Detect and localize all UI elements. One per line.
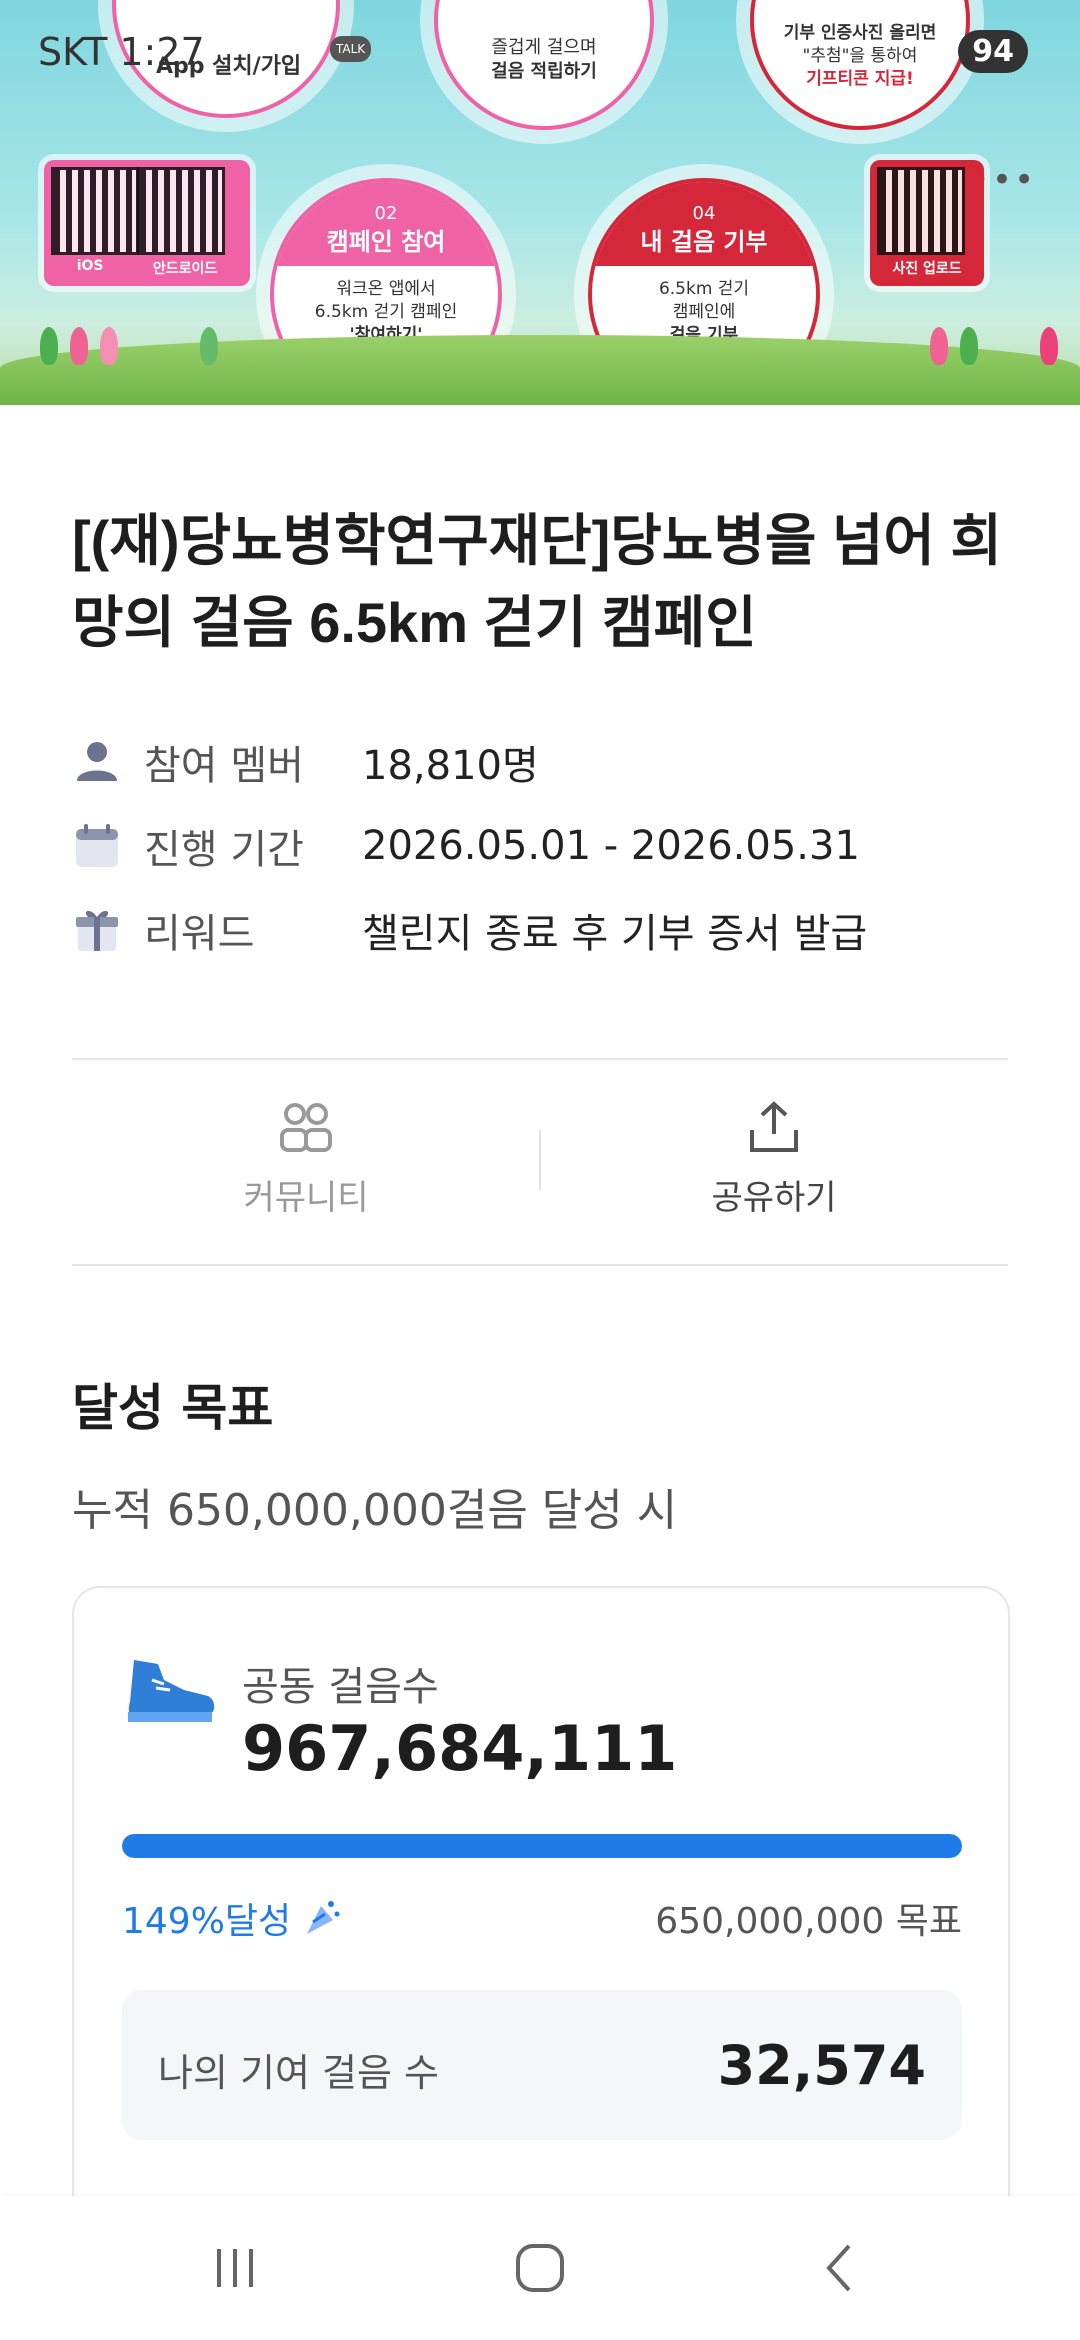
info-label-members: 참여 멤버: [144, 743, 304, 789]
my-contribution-box: 나의 기여 걸음 수 32,574: [122, 1990, 962, 2140]
back-icon: [826, 2244, 851, 2292]
community-icon: [280, 1103, 332, 1152]
shoe-icon: [128, 1660, 215, 1722]
my-steps-value: 32,574: [717, 2034, 926, 2097]
tree-icon: [200, 327, 218, 365]
steps-label: 공동 걸음수: [242, 1664, 439, 1710]
info-label-reward: 리워드: [144, 911, 255, 957]
info-label-period: 진행 기간: [144, 827, 304, 873]
divider-bottom: [72, 1264, 1008, 1266]
achieved-text: 149%달성: [122, 1901, 292, 1942]
info-row-reward: 리워드 챌린지 종료 후 기부 증서 발급: [72, 900, 867, 960]
step-02-number: 02: [374, 203, 398, 224]
achieved-rate: 149%달성: [122, 1892, 343, 1944]
steps-total: 967,684,111: [242, 1712, 678, 1785]
community-label: 커뮤니티: [243, 1178, 369, 1218]
tree-icon: [930, 327, 948, 365]
share-icon: [750, 1101, 798, 1152]
my-steps-label: 나의 기여 걸음 수: [158, 2051, 439, 2095]
qr-ios-icon: [51, 167, 139, 255]
qr-photo-label: 사진 업로드: [892, 261, 962, 277]
progress-fill: [122, 1834, 962, 1858]
progress-bar: [122, 1834, 962, 1858]
tree-icon: [70, 327, 88, 365]
status-carrier-time: SKT 1:27: [38, 30, 205, 74]
battery-indicator: 94: [958, 30, 1028, 73]
steps-card: 공동 걸음수 967,684,111 149%달성 650,000,000 목표…: [72, 1586, 1010, 2290]
recent-apps-button[interactable]: [136, 2196, 336, 2340]
home-icon: [516, 2244, 564, 2292]
info-value-period: 2026.05.01 - 2026.05.31: [362, 823, 860, 869]
status-bar: SKT 1:27 94: [0, 0, 1080, 100]
person-icon: [77, 742, 117, 781]
goal-condition: 누적 650,000,000걸음 달성 시: [72, 1485, 678, 1536]
target-text: 650,000,000 목표: [655, 1901, 962, 1942]
banner-hills: [0, 335, 1080, 405]
step-02-line2: 6.5km 걷기 캠페인: [314, 301, 458, 322]
system-nav-bar: [0, 2196, 1080, 2340]
step-02-title: 캠페인 참여: [326, 228, 446, 257]
community-button[interactable]: 커뮤니티: [72, 1100, 540, 1240]
calendar-icon: [76, 824, 118, 867]
share-label: 공유하기: [711, 1178, 837, 1218]
tree-icon: [1040, 327, 1058, 365]
qr-photo-icon: [877, 167, 965, 255]
info-row-period: 진행 기간 2026.05.01 - 2026.05.31: [72, 816, 860, 876]
step-04-line2: 캠페인에: [672, 301, 736, 322]
info-value-reward: 챌린지 종료 후 기부 증서 발급: [362, 911, 868, 957]
share-button[interactable]: 공유하기: [540, 1100, 1008, 1240]
step-02-line1: 워크온 앱에서: [336, 279, 436, 299]
qr-android-label: 안드로이드: [152, 261, 218, 277]
tree-icon: [100, 327, 118, 365]
app-qr-codes: iOS 안드로이드: [44, 160, 250, 286]
recent-apps-icon: [217, 2249, 253, 2287]
qr-android-icon: [137, 167, 225, 255]
step-04-line1: 6.5km 걷기: [658, 279, 750, 299]
campaign-banner: SKT 1:27 94 App 설치/가입 즐겁게 걸으며 걸음 적립하기 기부…: [0, 0, 1080, 405]
goal-section-title: 달성 목표: [72, 1379, 274, 1437]
home-button[interactable]: [440, 2196, 640, 2340]
back-button[interactable]: [740, 2196, 940, 2340]
info-value-members: 18,810명: [362, 743, 539, 789]
qr-ios-label: iOS: [76, 258, 104, 274]
gift-icon: [76, 910, 118, 951]
step-04-number: 04: [692, 203, 716, 224]
tree-icon: [960, 327, 978, 365]
campaign-title: [(재)당뇨병학연구재단]당뇨병을 넘어 희망의 걸음 6.5km 걷기 캠페인: [72, 509, 1003, 654]
party-popper-icon: [307, 1901, 340, 1934]
info-row-members: 참여 멤버 18,810명: [72, 732, 539, 792]
tree-icon: [40, 327, 58, 365]
photo-upload-qr: 사진 업로드: [870, 160, 984, 286]
divider-top: [72, 1058, 1008, 1060]
step-04-title: 내 걸음 기부: [640, 228, 768, 257]
